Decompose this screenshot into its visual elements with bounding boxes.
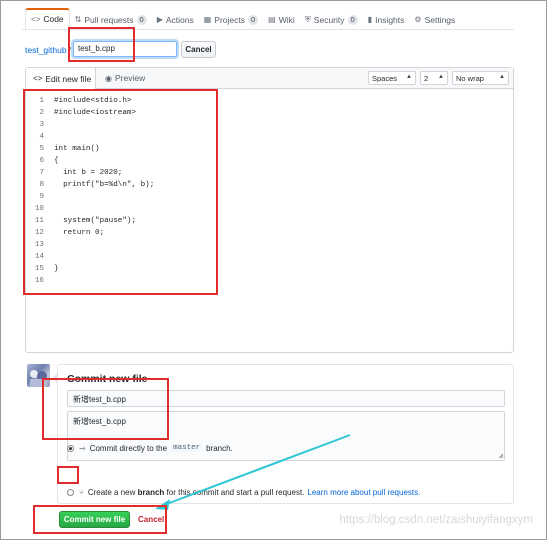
annotation-box-message [42,378,169,440]
annotation-box-filename [68,27,135,62]
watermark: https://blog.csdn.net/zaishuiyifangxym [339,514,533,526]
annotation-box-commit [33,505,167,534]
annotation-box-radio [57,466,79,484]
annotation-box-code [23,89,218,295]
